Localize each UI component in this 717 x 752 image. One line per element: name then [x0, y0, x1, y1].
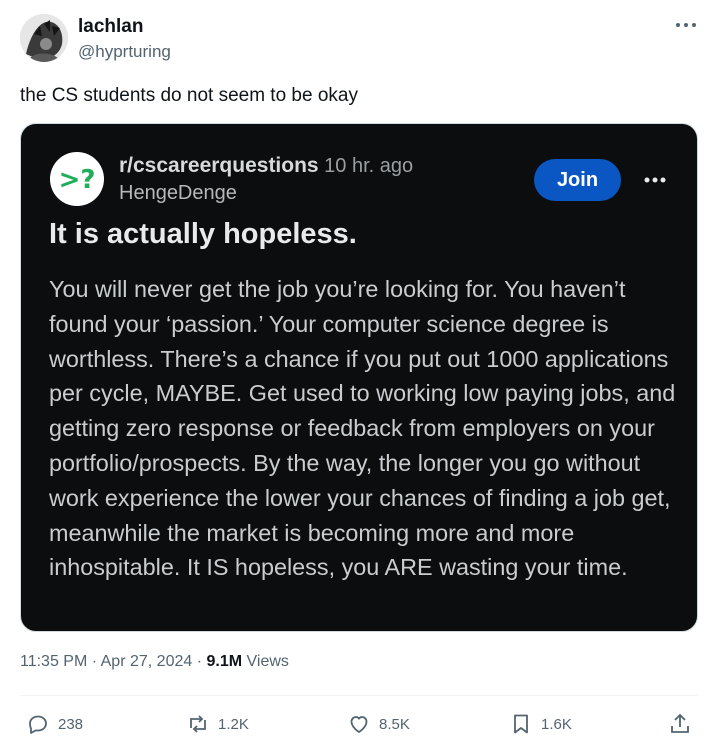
- timestamp[interactable]: 11:35 PM · Apr 27, 2024 ·: [20, 653, 206, 670]
- avatar[interactable]: [20, 14, 68, 62]
- subreddit-line[interactable]: r/cscareerquestions 10 hr. ago: [119, 154, 413, 178]
- user-handle[interactable]: @hyprturing: [78, 42, 171, 62]
- retweet-icon: [190, 715, 206, 733]
- join-button[interactable]: Join: [534, 159, 621, 201]
- subreddit-name[interactable]: r/cscareerquestions: [119, 154, 319, 177]
- post-title: It is actually hopeless.: [49, 218, 357, 250]
- tweet-text: the CS students do not seem to be okay: [20, 85, 358, 106]
- views-label: Views: [242, 653, 289, 670]
- post-body: You will never get the job you’re lookin…: [49, 276, 676, 581]
- subreddit-icon[interactable]: >?: [50, 152, 104, 206]
- share-icon: [671, 713, 689, 733]
- retweet-count: 1.2K: [218, 715, 249, 733]
- bookmark-count: 1.6K: [541, 715, 572, 733]
- embedded-image[interactable]: >? r/cscareerquestions 10 hr. ago HengeD…: [20, 123, 698, 632]
- reply-icon: [29, 715, 47, 734]
- retweet-button[interactable]: 1.2K: [186, 710, 249, 738]
- share-button[interactable]: [668, 710, 700, 738]
- more-dots-icon[interactable]: [640, 168, 670, 192]
- bookmark-icon: [514, 714, 528, 734]
- post-author[interactable]: HengeDenge: [119, 182, 237, 205]
- subreddit-icon-text: >?: [59, 165, 96, 195]
- reply-count: 238: [58, 715, 84, 733]
- more-dots-icon[interactable]: [672, 14, 700, 36]
- display-name[interactable]: lachlan: [78, 16, 143, 38]
- like-button[interactable]: 8.5K: [347, 710, 410, 738]
- tweet-meta: 11:35 PM · Apr 27, 2024 · 9.1M Views: [20, 653, 289, 671]
- bookmark-button[interactable]: 1.6K: [509, 710, 572, 738]
- avatar-image: [20, 14, 68, 62]
- heart-icon: [350, 716, 368, 733]
- divider: [20, 695, 698, 696]
- like-count: 8.5K: [379, 715, 410, 733]
- reply-button[interactable]: 238: [26, 710, 83, 738]
- views-count: 9.1M: [206, 653, 243, 670]
- post-time: 10 hr. ago: [318, 155, 414, 177]
